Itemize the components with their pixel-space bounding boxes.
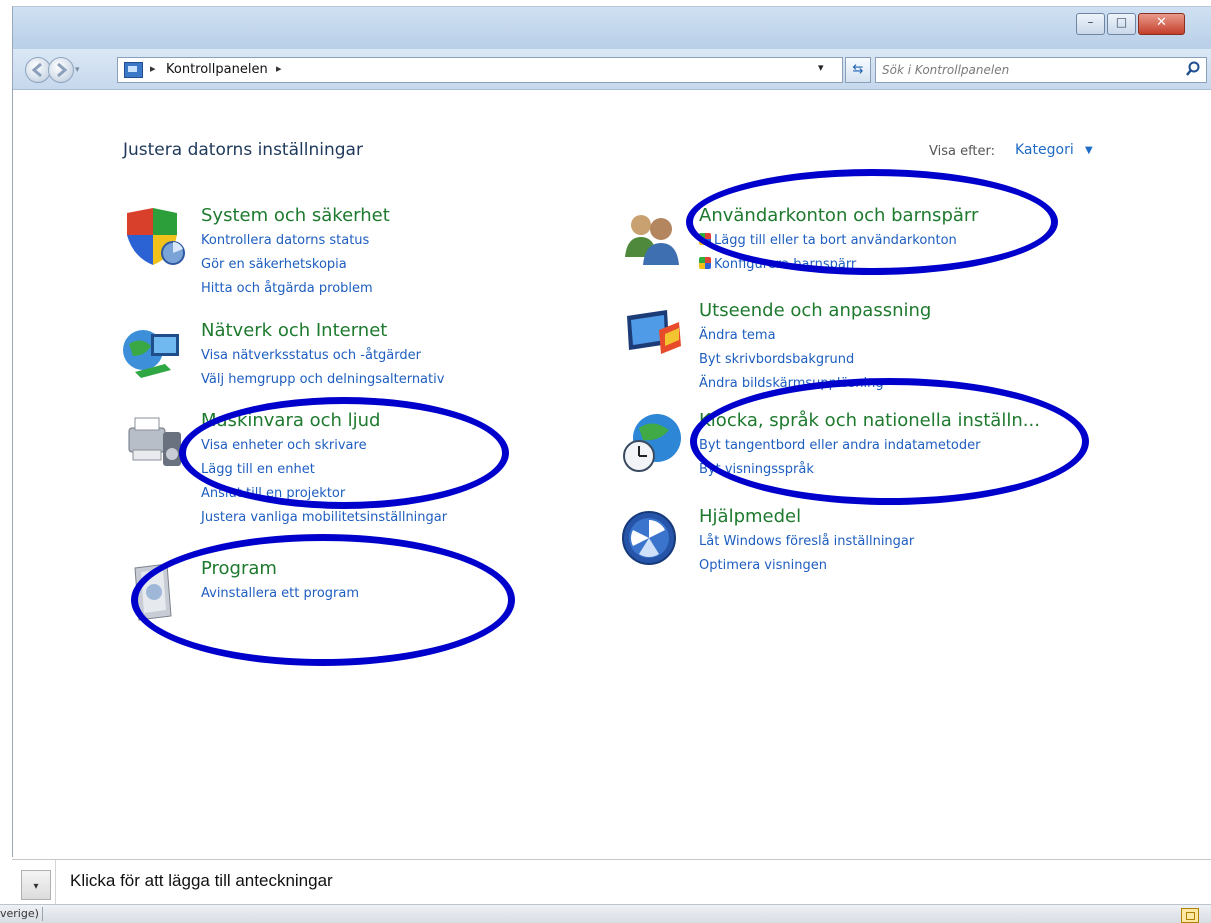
link-devices-printers[interactable]: Visa enheter och skrivare	[201, 438, 367, 453]
link-screen-resolution[interactable]: Ändra bildskärmsupplösning	[699, 376, 884, 391]
link-add-device[interactable]: Lägg till en enhet	[201, 462, 315, 477]
uac-shield-icon	[699, 233, 711, 245]
link-uninstall-program[interactable]: Avinstallera ett program	[201, 586, 359, 601]
breadcrumb-arrow-icon[interactable]: ▸	[150, 62, 156, 75]
page-title: Justera datorns inställningar	[123, 140, 363, 160]
breadcrumb[interactable]: ▸ Kontrollpanelen ▸ ▾	[117, 57, 843, 83]
clock-globe-icon[interactable]	[619, 410, 685, 476]
link-parental-controls[interactable]: Konfigurera barnspärr	[699, 257, 856, 272]
search-box[interactable]	[875, 57, 1207, 83]
category-title-hardware-sound[interactable]: Maskinvara och ljud	[201, 410, 380, 431]
link-connect-projector[interactable]: Anslut till en projektor	[201, 486, 345, 501]
status-bar: verige)	[0, 904, 1211, 923]
notes-bar: ▾ Klicka för att lägga till anteckningar	[12, 859, 1211, 905]
view-by-dropdown[interactable]: Kategori	[1015, 142, 1074, 158]
link-change-keyboard[interactable]: Byt tangentbord eller andra indatametode…	[699, 438, 980, 453]
link-mobility-settings[interactable]: Justera vanliga mobilitetsinställningar	[201, 510, 447, 525]
category-title-appearance[interactable]: Utseende och anpassning	[699, 300, 931, 321]
status-language: verige)	[0, 907, 39, 920]
forward-arrow-icon	[57, 62, 68, 78]
users-icon[interactable]	[619, 205, 685, 271]
control-panel-icon	[124, 62, 143, 78]
category-title-clock-language[interactable]: Klocka, språk och nationella inställn...	[699, 410, 1040, 431]
notes-input[interactable]: Klicka för att lägga till anteckningar	[70, 871, 333, 891]
normal-view-icon[interactable]	[1181, 908, 1199, 923]
close-button[interactable]: ✕	[1138, 13, 1185, 35]
notes-toggle-button[interactable]: ▾	[21, 870, 51, 900]
link-homegroup[interactable]: Välj hemgrupp och delningsalternativ	[201, 372, 444, 387]
close-icon: ✕	[1156, 15, 1167, 30]
link-windows-suggest-settings[interactable]: Låt Windows föreslå inställningar	[699, 534, 914, 549]
uac-shield-icon	[699, 257, 711, 269]
link-check-status[interactable]: Kontrollera datorns status	[201, 233, 369, 248]
link-text: Konfigurera barnspärr	[714, 257, 857, 272]
breadcrumb-arrow-icon[interactable]: ▸	[276, 62, 282, 75]
link-change-theme[interactable]: Ändra tema	[699, 328, 776, 343]
maximize-icon: □	[1115, 15, 1128, 29]
security-shield-icon[interactable]	[121, 205, 187, 271]
search-icon[interactable]	[1184, 60, 1202, 78]
minimize-button[interactable]: –	[1076, 13, 1105, 35]
appearance-monitor-icon[interactable]	[619, 300, 685, 366]
accessibility-icon[interactable]	[619, 506, 685, 572]
address-bar: ▾ ▸ Kontrollpanelen ▸ ▾ ⇆	[13, 49, 1211, 90]
refresh-button[interactable]: ⇆	[845, 57, 871, 83]
link-add-remove-accounts[interactable]: Lägg till eller ta bort användarkonton	[699, 233, 957, 248]
link-desktop-background[interactable]: Byt skrivbordsbakgrund	[699, 352, 854, 367]
category-title-network-internet[interactable]: Nätverk och Internet	[201, 320, 387, 341]
refresh-icon: ⇆	[852, 62, 864, 77]
minimize-icon: –	[1087, 15, 1094, 29]
link-network-status[interactable]: Visa nätverksstatus och -åtgärder	[201, 348, 421, 363]
link-backup[interactable]: Gör en säkerhetskopia	[201, 257, 347, 272]
divider	[55, 860, 56, 904]
control-panel-window: – □ ✕ ▾ ▸ Kontrollpanelen ▸ ▾ ⇆ Justera …	[12, 6, 1211, 857]
recent-pages-dropdown[interactable]: ▾	[75, 65, 80, 75]
breadcrumb-item-control-panel[interactable]: Kontrollpanelen	[166, 62, 268, 77]
address-dropdown-icon[interactable]: ▾	[818, 61, 824, 74]
view-by-label: Visa efter:	[929, 144, 996, 159]
category-title-programs[interactable]: Program	[201, 558, 277, 579]
forward-button[interactable]	[48, 57, 74, 83]
link-text: Lägg till eller ta bort användarkonton	[714, 233, 957, 248]
category-title-user-accounts[interactable]: Användarkonton och barnspärr	[699, 205, 978, 226]
search-input[interactable]	[880, 60, 1174, 80]
link-optimize-display[interactable]: Optimera visningen	[699, 558, 827, 573]
back-arrow-icon	[31, 62, 42, 78]
chevron-down-icon[interactable]: ▼	[1085, 145, 1093, 156]
maximize-button[interactable]: □	[1107, 13, 1136, 35]
category-title-system-security[interactable]: System och säkerhet	[201, 205, 390, 226]
category-title-accessibility[interactable]: Hjälpmedel	[699, 506, 801, 527]
divider	[42, 907, 43, 921]
link-troubleshoot[interactable]: Hitta och åtgärda problem	[201, 281, 373, 296]
programs-box-icon[interactable]	[121, 558, 187, 624]
printer-hardware-icon[interactable]	[121, 410, 187, 476]
title-bar: – □ ✕	[13, 7, 1211, 49]
chevron-down-icon: ▾	[33, 881, 39, 892]
network-globe-icon[interactable]	[121, 320, 187, 386]
link-display-language[interactable]: Byt visningsspråk	[699, 462, 814, 477]
main-content: Justera datorns inställningar Visa efter…	[13, 90, 1211, 857]
